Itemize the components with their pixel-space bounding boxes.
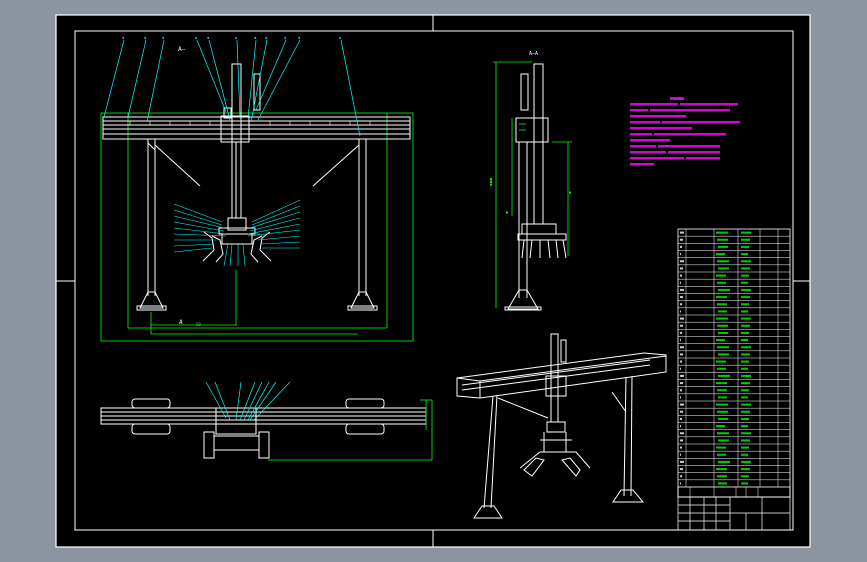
- drawing-sheet: [55, 14, 811, 548]
- svg-text:▪: ▪: [504, 211, 509, 214]
- svg-text:▪: ▪: [284, 35, 286, 40]
- section-mark-top: A—: [178, 46, 186, 53]
- svg-text:▪▪▪: ▪▪▪: [488, 178, 493, 186]
- cad-viewer: ▪ ▪ ▪ ▪ ▪ ▪ ▪ ▪ ▪ ▪ ▪ A— A 50 A–A ▪▪▪ ▪ …: [0, 0, 867, 562]
- svg-text:▪: ▪: [235, 35, 237, 40]
- svg-text:▪: ▪: [144, 35, 146, 40]
- svg-text:▪: ▪: [207, 35, 209, 40]
- svg-text:▪: ▪: [254, 35, 256, 40]
- side-view-title: A–A: [529, 51, 538, 57]
- svg-text:▪: ▪: [265, 35, 267, 40]
- front-dim-small: 50: [196, 322, 201, 327]
- section-mark-bottom: A: [179, 319, 183, 326]
- svg-text:▪: ▪: [298, 35, 300, 40]
- drawing-canvas[interactable]: ▪ ▪ ▪ ▪ ▪ ▪ ▪ ▪ ▪ ▪ ▪ A— A 50 A–A ▪▪▪ ▪ …: [0, 0, 867, 562]
- svg-text:▪: ▪: [195, 35, 197, 40]
- svg-text:▪: ▪: [567, 191, 572, 194]
- svg-text:▪: ▪: [122, 35, 124, 40]
- svg-text:▪: ▪: [162, 35, 164, 40]
- svg-text:▪: ▪: [339, 35, 341, 40]
